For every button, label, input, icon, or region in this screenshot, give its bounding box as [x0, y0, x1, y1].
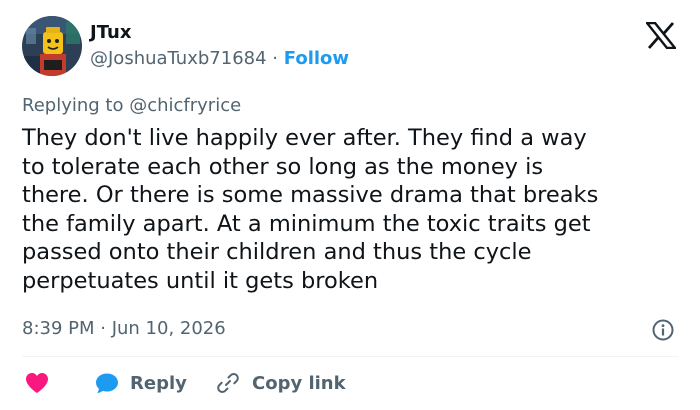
tweet-line: passed onto their children and thus the …	[22, 239, 532, 265]
avatar[interactable]	[22, 16, 82, 76]
reply-button[interactable]: Reply	[94, 370, 187, 396]
tweet-line: perpetuates until it gets broken	[22, 267, 379, 294]
avatar-image	[22, 16, 82, 76]
info-icon[interactable]	[651, 318, 675, 342]
reply-target-handle[interactable]: @chicfryrice	[129, 95, 241, 116]
tweet-line: to tolerate each other so long as the mo…	[22, 153, 544, 180]
copy-link-button[interactable]: Copy link	[216, 370, 346, 396]
tweet-line: there. Or there is some massive drama th…	[22, 182, 599, 208]
copy-link-label: Copy link	[252, 372, 346, 394]
speech-bubble-icon	[96, 373, 118, 394]
author-handle-row: @JoshuaTuxb71684 · Follow	[90, 48, 349, 70]
heart-icon	[26, 373, 48, 393]
author-handle[interactable]: @JoshuaTuxb71684	[90, 48, 267, 69]
reply-context: Replying to @chicfryrice	[22, 95, 241, 117]
reply-label: Reply	[130, 372, 187, 394]
tweet-timestamp[interactable]: 8:39 PM · Jun 10, 2026	[22, 318, 226, 340]
tweet-text: They don't live happily ever after. They…	[22, 124, 682, 295]
link-icon	[217, 373, 239, 393]
like-button[interactable]	[24, 370, 50, 396]
tweet-line: the family apart. At a minimum the toxic…	[22, 210, 591, 237]
author-display-name[interactable]: JTux	[90, 22, 131, 44]
divider	[22, 356, 679, 357]
follow-button[interactable]: Follow	[284, 48, 349, 69]
x-logo-icon[interactable]	[644, 21, 678, 50]
tweet-line: They don't live happily ever after. They…	[22, 125, 587, 151]
handle-separator: ·	[272, 48, 279, 69]
reply-prefix: Replying to	[22, 95, 124, 116]
